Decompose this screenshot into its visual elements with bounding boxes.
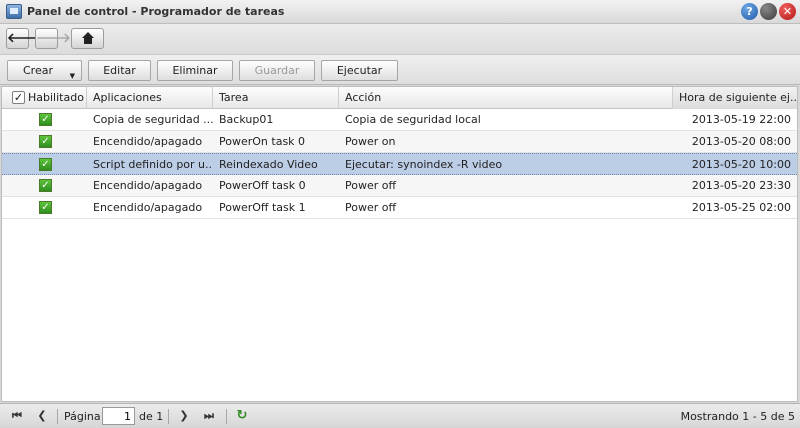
enabled-checkbox[interactable]: ✓ [39, 179, 52, 192]
save-button[interactable]: Guardar [239, 60, 315, 81]
run-button[interactable]: Ejecutar [321, 60, 398, 81]
arrow-right-icon: 🡒 [36, 31, 71, 46]
window-title: Panel de control - Programador de tareas [27, 5, 285, 18]
back-button[interactable]: 🡐 [6, 28, 42, 49]
create-button-label: Crear [23, 64, 53, 77]
cell-task: Backup01 [219, 113, 274, 126]
cell-application: Encendido/apagado [93, 135, 203, 148]
cell-application: Copia de seguridad ... [93, 113, 213, 126]
chevron-down-icon: ▼ [69, 72, 75, 80]
create-button[interactable]: Crear ▼ [7, 60, 82, 81]
enabled-checkbox[interactable]: ✓ [39, 113, 52, 126]
enabled-checkbox[interactable]: ✓ [39, 201, 52, 214]
first-page-icon[interactable]: ⏮ [9, 408, 25, 424]
cell-application: Encendido/apagado [93, 179, 203, 192]
last-page-icon[interactable]: ⏭ [201, 408, 217, 424]
cell-action: Power off [345, 179, 397, 192]
home-button[interactable] [71, 28, 104, 49]
cell-next-run: 2013-05-20 08:00 [691, 135, 791, 148]
refresh-icon[interactable]: ↻ [234, 408, 250, 424]
table-row[interactable]: ✓ Encendido/apagado PowerOff task 0 Powe… [2, 175, 797, 197]
page-number-input[interactable] [102, 407, 135, 425]
close-button[interactable]: ✕ [779, 3, 796, 20]
pager-divider [226, 409, 227, 424]
cell-next-run: 2013-05-20 10:00 [691, 158, 791, 171]
page-count: de 1 [139, 410, 164, 423]
column-header-enabled-label: Habilitado [28, 91, 84, 104]
control-panel-icon [6, 4, 22, 19]
select-all-checkbox[interactable]: ✓ [12, 91, 25, 104]
edit-button[interactable]: Editar [88, 60, 151, 81]
table-row-selected[interactable]: ✓ Script definido por u... Reindexado Vi… [2, 153, 797, 175]
previous-page-icon[interactable]: ❮ [34, 408, 50, 424]
cell-next-run: 2013-05-25 02:00 [691, 201, 791, 214]
column-header-applications[interactable]: Aplicaciones [87, 87, 213, 109]
table-row[interactable]: ✓ Encendido/apagado PowerOn task 0 Power… [2, 131, 797, 153]
page-label: Página [64, 410, 101, 423]
pager-divider [168, 409, 169, 424]
cell-action: Ejecutar: synoindex -R video [345, 158, 503, 171]
table-row[interactable]: ✓ Copia de seguridad ... Backup01 Copia … [2, 109, 797, 131]
next-page-icon[interactable]: ❯ [176, 408, 192, 424]
column-header-enabled[interactable]: ✓ Habilitado [2, 87, 87, 109]
cell-next-run: 2013-05-19 22:00 [691, 113, 791, 126]
cell-task: PowerOff task 0 [219, 179, 306, 192]
pager-divider [57, 409, 58, 424]
enabled-checkbox[interactable]: ✓ [39, 158, 52, 171]
task-table: ✓ Habilitado Aplicaciones Tarea Acción H… [1, 86, 798, 402]
delete-button[interactable]: Eliminar [157, 60, 233, 81]
home-icon [82, 32, 94, 44]
column-header-task[interactable]: Tarea [213, 87, 339, 109]
forward-button[interactable]: 🡒 [35, 28, 71, 49]
navigation-bar: 🡐 🡒 [0, 24, 800, 54]
toolbar: Crear ▼ Editar Eliminar Guardar Ejecutar [0, 54, 800, 85]
cell-action: Power on [345, 135, 396, 148]
help-button[interactable]: ? [741, 3, 758, 20]
enabled-checkbox[interactable]: ✓ [39, 135, 52, 148]
column-header-action[interactable]: Acción [339, 87, 673, 109]
cell-action: Power off [345, 201, 397, 214]
column-header-next-run[interactable]: Hora de siguiente ej... [673, 87, 797, 109]
cell-task: Reindexado Video [219, 158, 318, 171]
cell-application: Encendido/apagado [93, 201, 203, 214]
cell-next-run: 2013-05-20 23:30 [691, 179, 791, 192]
minimize-button[interactable] [760, 3, 777, 20]
cell-application: Script definido por u... [93, 158, 213, 171]
table-row[interactable]: ✓ Encendido/apagado PowerOff task 1 Powe… [2, 197, 797, 219]
cell-task: PowerOff task 1 [219, 201, 306, 214]
cell-task: PowerOn task 0 [219, 135, 306, 148]
title-bar: Panel de control - Programador de tareas… [0, 0, 800, 24]
pagination-bar: ⏮ ❮ Página de 1 ❯ ⏭ ↻ Mostrando 1 - 5 de… [0, 403, 800, 428]
table-header: ✓ Habilitado Aplicaciones Tarea Acción H… [2, 87, 797, 109]
display-status: Mostrando 1 - 5 de 5 [680, 410, 795, 423]
cell-action: Copia de seguridad local [345, 113, 481, 126]
